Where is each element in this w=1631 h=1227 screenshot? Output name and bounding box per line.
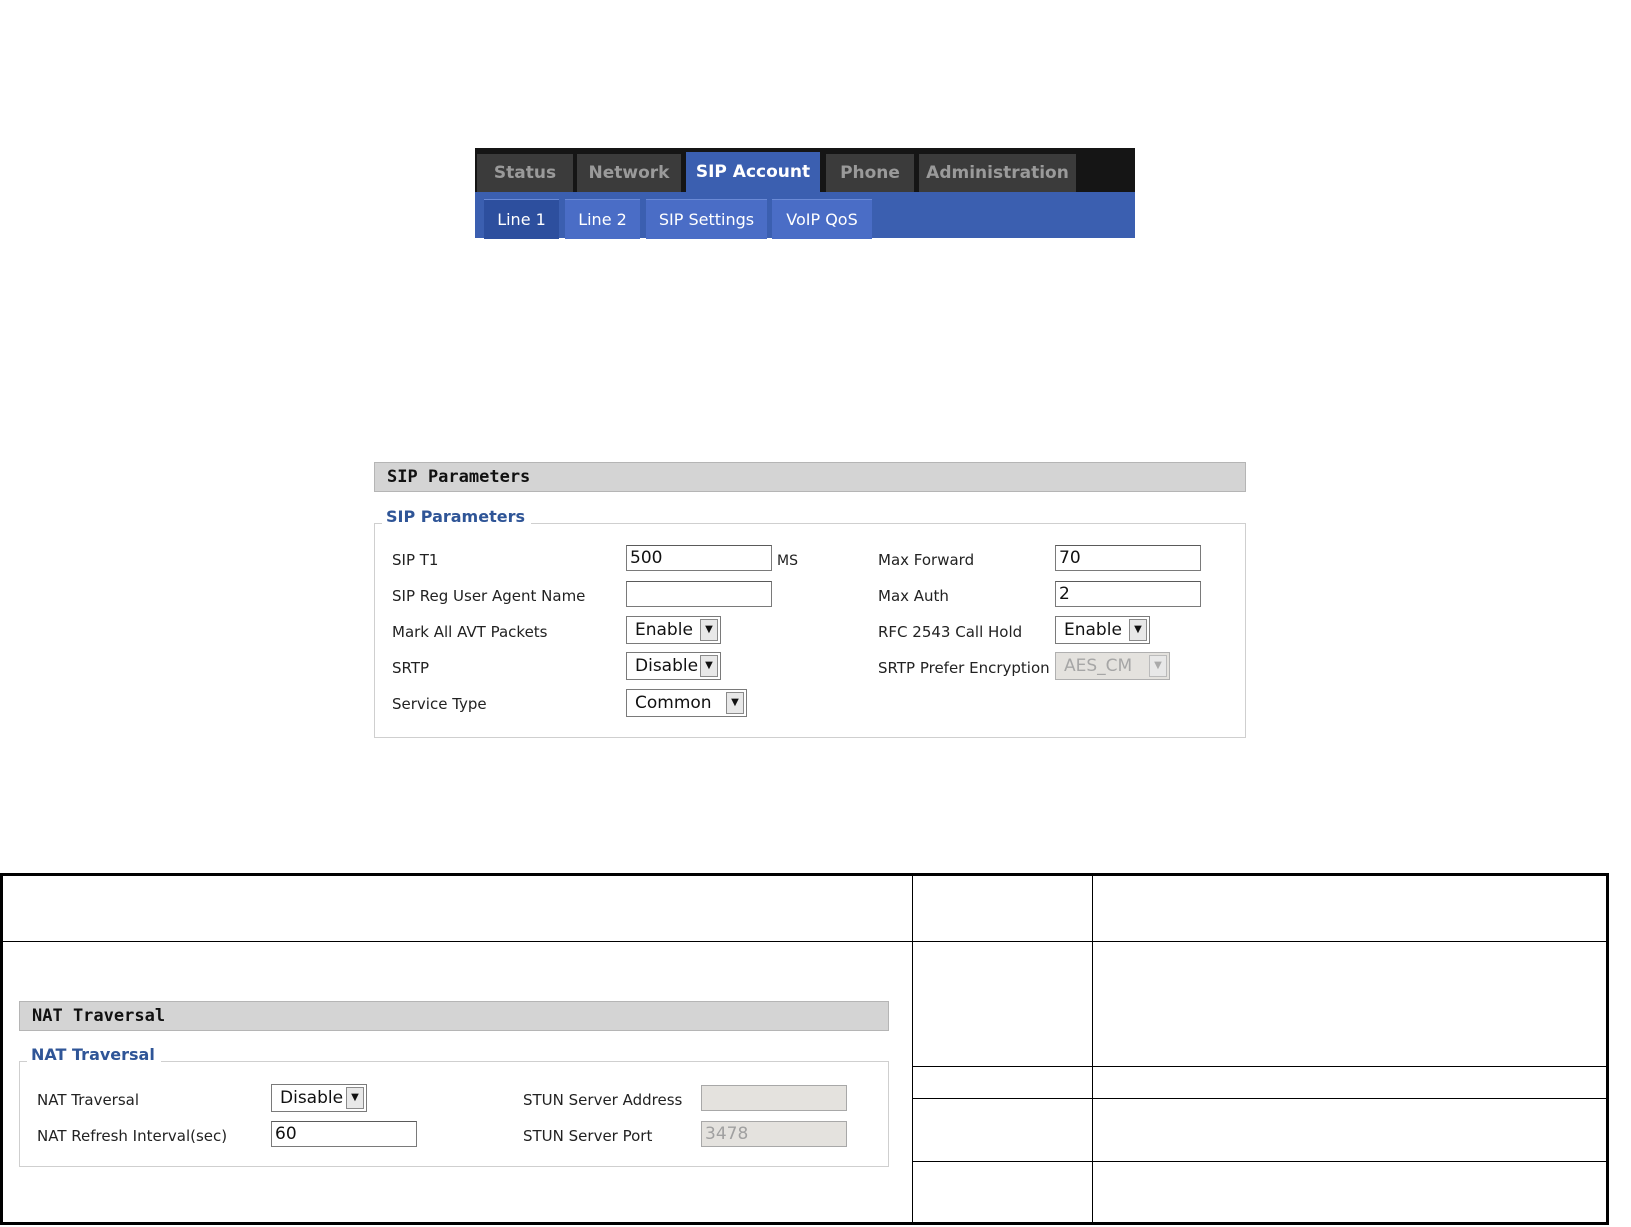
nat-traversal-select[interactable]: Disable ▼ [271,1084,367,1112]
service-type-select[interactable]: Common ▼ [626,689,747,717]
stun-server-address-label: STUN Server Address [523,1091,683,1109]
nat-refresh-interval-input[interactable]: 60 [271,1121,417,1147]
chevron-down-icon[interactable]: ▼ [1149,655,1167,677]
table-divider [912,1066,1607,1067]
srtp-prefer-encryption-select[interactable]: AES_CM ▼ [1055,652,1170,680]
srtp-label: SRTP [392,659,430,677]
subtab-voip-qos[interactable]: VoIP QoS [772,199,872,239]
chevron-down-icon[interactable]: ▼ [1129,619,1147,641]
chevron-down-icon[interactable]: ▼ [700,655,718,677]
subtab-sip-settings[interactable]: SIP Settings [646,199,767,239]
service-type-value: Common [635,693,712,713]
stun-server-address-input[interactable] [701,1085,847,1111]
rfc2543-call-hold-select[interactable]: Enable ▼ [1055,616,1150,644]
sip-t1-input[interactable]: 500 [626,545,772,571]
sip-reg-user-agent-input[interactable] [626,581,772,607]
subtab-line-2[interactable]: Line 2 [565,199,640,239]
table-divider [912,875,913,1223]
nat-traversal-legend: NAT Traversal [27,1045,161,1064]
max-forward-input[interactable]: 70 [1055,545,1201,571]
table-divider [912,1098,1607,1099]
table-frame [0,873,1609,1225]
stun-server-port-label: STUN Server Port [523,1127,653,1145]
srtp-value: Disable [635,656,699,676]
rfc2543-call-hold-label: RFC 2543 Call Hold [878,623,1023,641]
max-auth-input[interactable]: 2 [1055,581,1201,607]
subtab-line-1[interactable]: Line 1 [484,199,559,239]
sip-t1-label: SIP T1 [392,551,439,569]
chevron-down-icon[interactable]: ▼ [700,619,718,641]
table-divider [2,941,1607,942]
table-divider [1092,875,1093,1223]
tab-status[interactable]: Status [477,154,573,192]
max-auth-label: Max Auth [878,587,949,605]
tab-network[interactable]: Network [577,154,681,192]
max-forward-label: Max Forward [878,551,975,569]
chevron-down-icon[interactable]: ▼ [726,692,744,714]
tab-phone[interactable]: Phone [826,154,914,192]
service-type-label: Service Type [392,695,487,713]
nat-traversal-value: Disable [280,1088,344,1108]
mark-avt-packets-label: Mark All AVT Packets [392,623,548,641]
chevron-down-icon[interactable]: ▼ [346,1087,364,1109]
mark-avt-packets-select[interactable]: Enable ▼ [626,616,721,644]
sub-tab-bar: Line 1 Line 2 SIP Settings VoIP QoS [475,192,1135,239]
nat-traversal-header: NAT Traversal [19,1001,889,1031]
mark-avt-packets-value: Enable [635,620,693,640]
sip-reg-user-agent-label: SIP Reg User Agent Name [392,587,586,605]
main-tab-bar: Status Network SIP Account Phone Adminis… [475,148,1135,192]
tab-administration[interactable]: Administration [919,154,1076,192]
sip-t1-unit: MS [777,553,798,569]
tab-sip-account[interactable]: SIP Account [686,152,820,192]
rfc2543-call-hold-value: Enable [1064,620,1122,640]
srtp-select[interactable]: Disable ▼ [626,652,721,680]
srtp-prefer-encryption-label: SRTP Prefer Encryption [878,659,1050,677]
srtp-prefer-encryption-value: AES_CM [1064,656,1133,676]
nat-traversal-label: NAT Traversal [37,1091,140,1109]
stun-server-port-input[interactable]: 3478 [701,1121,847,1147]
sip-parameters-header: SIP Parameters [374,462,1246,492]
table-divider [912,1161,1607,1162]
nat-refresh-interval-label: NAT Refresh Interval(sec) [37,1127,228,1145]
nat-traversal-fieldset [19,1061,889,1167]
top-navigation: Status Network SIP Account Phone Adminis… [475,148,1135,239]
sip-parameters-legend: SIP Parameters [382,507,531,526]
